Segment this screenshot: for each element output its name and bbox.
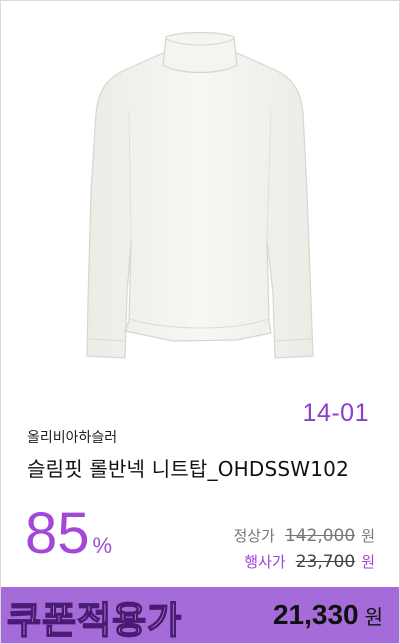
coupon-price: 21,330 원 [273, 599, 383, 631]
normal-price-currency: 원 [361, 527, 375, 545]
sale-price-label: 행사가 [244, 553, 286, 571]
sale-price-row: 행사가 23,700 원 [244, 551, 375, 572]
coupon-price-currency: 원 [364, 607, 383, 629]
sale-price-currency: 원 [361, 553, 375, 571]
product-code: 14-01 [302, 399, 369, 427]
discount-rate-number: 85 [25, 501, 90, 566]
sale-price: 23,700 [295, 552, 356, 572]
normal-price-row: 정상가 142,000 원 [233, 525, 375, 546]
coupon-price-bar[interactable]: 쿠폰적용가 21,330 원 [1, 587, 399, 643]
sweater-image [86, 31, 314, 359]
coupon-price-amount: 21,330 [272, 599, 359, 630]
coupon-price-label: 쿠폰적용가 [6, 598, 183, 643]
brand-name[interactable]: 올리비아하슬러 [27, 427, 117, 447]
discount-rate: 85% [25, 505, 112, 563]
percent-sign: % [92, 533, 113, 558]
product-card[interactable]: 14-01 올리비아하슬러 슬림핏 롤반넥 니트탑_OHDSSW102 85% … [0, 0, 400, 644]
normal-price-label: 정상가 [233, 527, 275, 545]
normal-price: 142,000 [284, 526, 356, 546]
product-image[interactable] [1, 1, 399, 391]
product-title[interactable]: 슬림핏 롤반넥 니트탑_OHDSSW102 [27, 453, 349, 482]
